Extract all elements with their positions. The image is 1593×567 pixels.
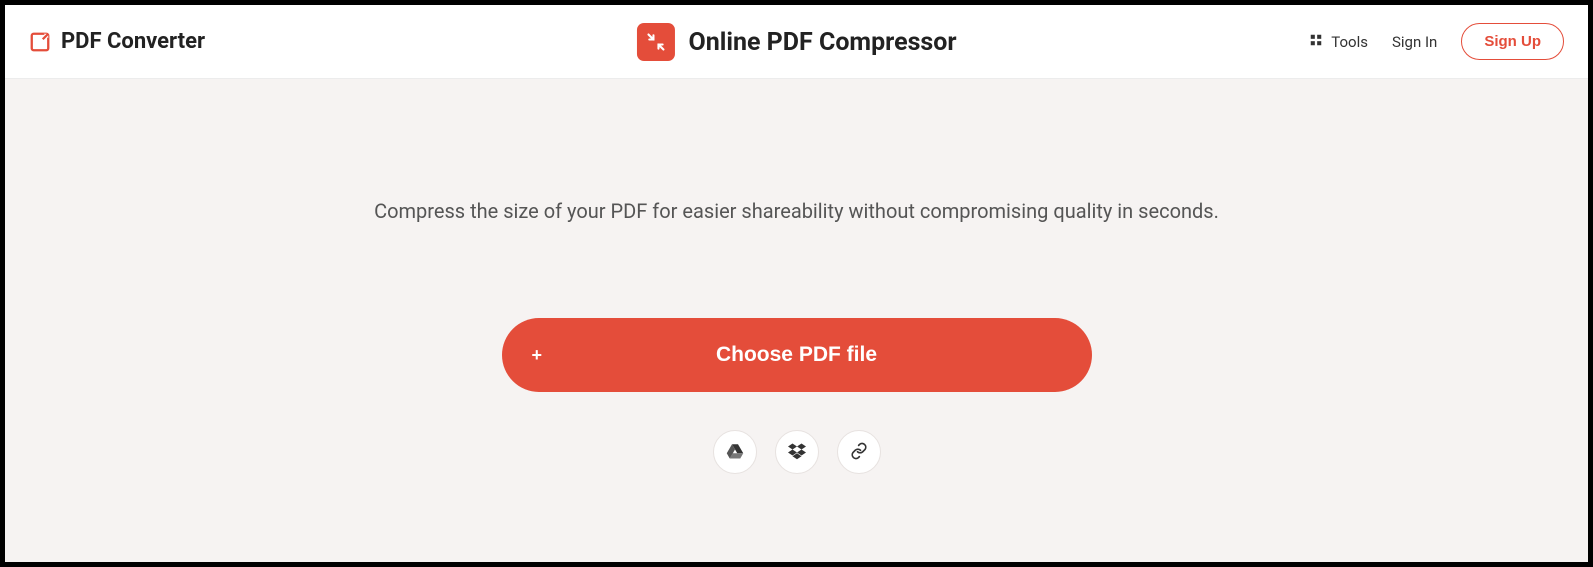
title-area: Online PDF Compressor: [636, 23, 956, 61]
nav-right: Tools Sign In Sign Up: [1309, 23, 1564, 60]
dropbox-icon: [788, 442, 806, 463]
subtitle: Compress the size of your PDF for easier…: [374, 199, 1219, 223]
brand-icon: [29, 31, 51, 53]
dropbox-button[interactable]: [775, 430, 819, 474]
google-drive-icon: [726, 442, 744, 463]
brand[interactable]: PDF Converter: [29, 29, 205, 54]
choose-file-label: Choose PDF file: [716, 343, 877, 367]
page-title: Online PDF Compressor: [688, 28, 956, 57]
header: PDF Converter Online PDF Compressor: [5, 5, 1588, 79]
link-icon: [850, 442, 868, 463]
brand-name: PDF Converter: [61, 29, 205, 54]
signin-link[interactable]: Sign In: [1392, 33, 1437, 51]
tools-label: Tools: [1331, 33, 1368, 51]
choose-file-button[interactable]: + Choose PDF file: [502, 318, 1092, 392]
grid-icon: [1309, 33, 1323, 51]
url-button[interactable]: [837, 430, 881, 474]
google-drive-button[interactable]: [713, 430, 757, 474]
plus-icon: +: [532, 345, 543, 366]
upload-sources: [713, 430, 881, 474]
main: Compress the size of your PDF for easier…: [5, 79, 1588, 474]
tools-link[interactable]: Tools: [1309, 33, 1368, 51]
signup-button[interactable]: Sign Up: [1461, 23, 1564, 60]
compress-icon: [636, 23, 674, 61]
